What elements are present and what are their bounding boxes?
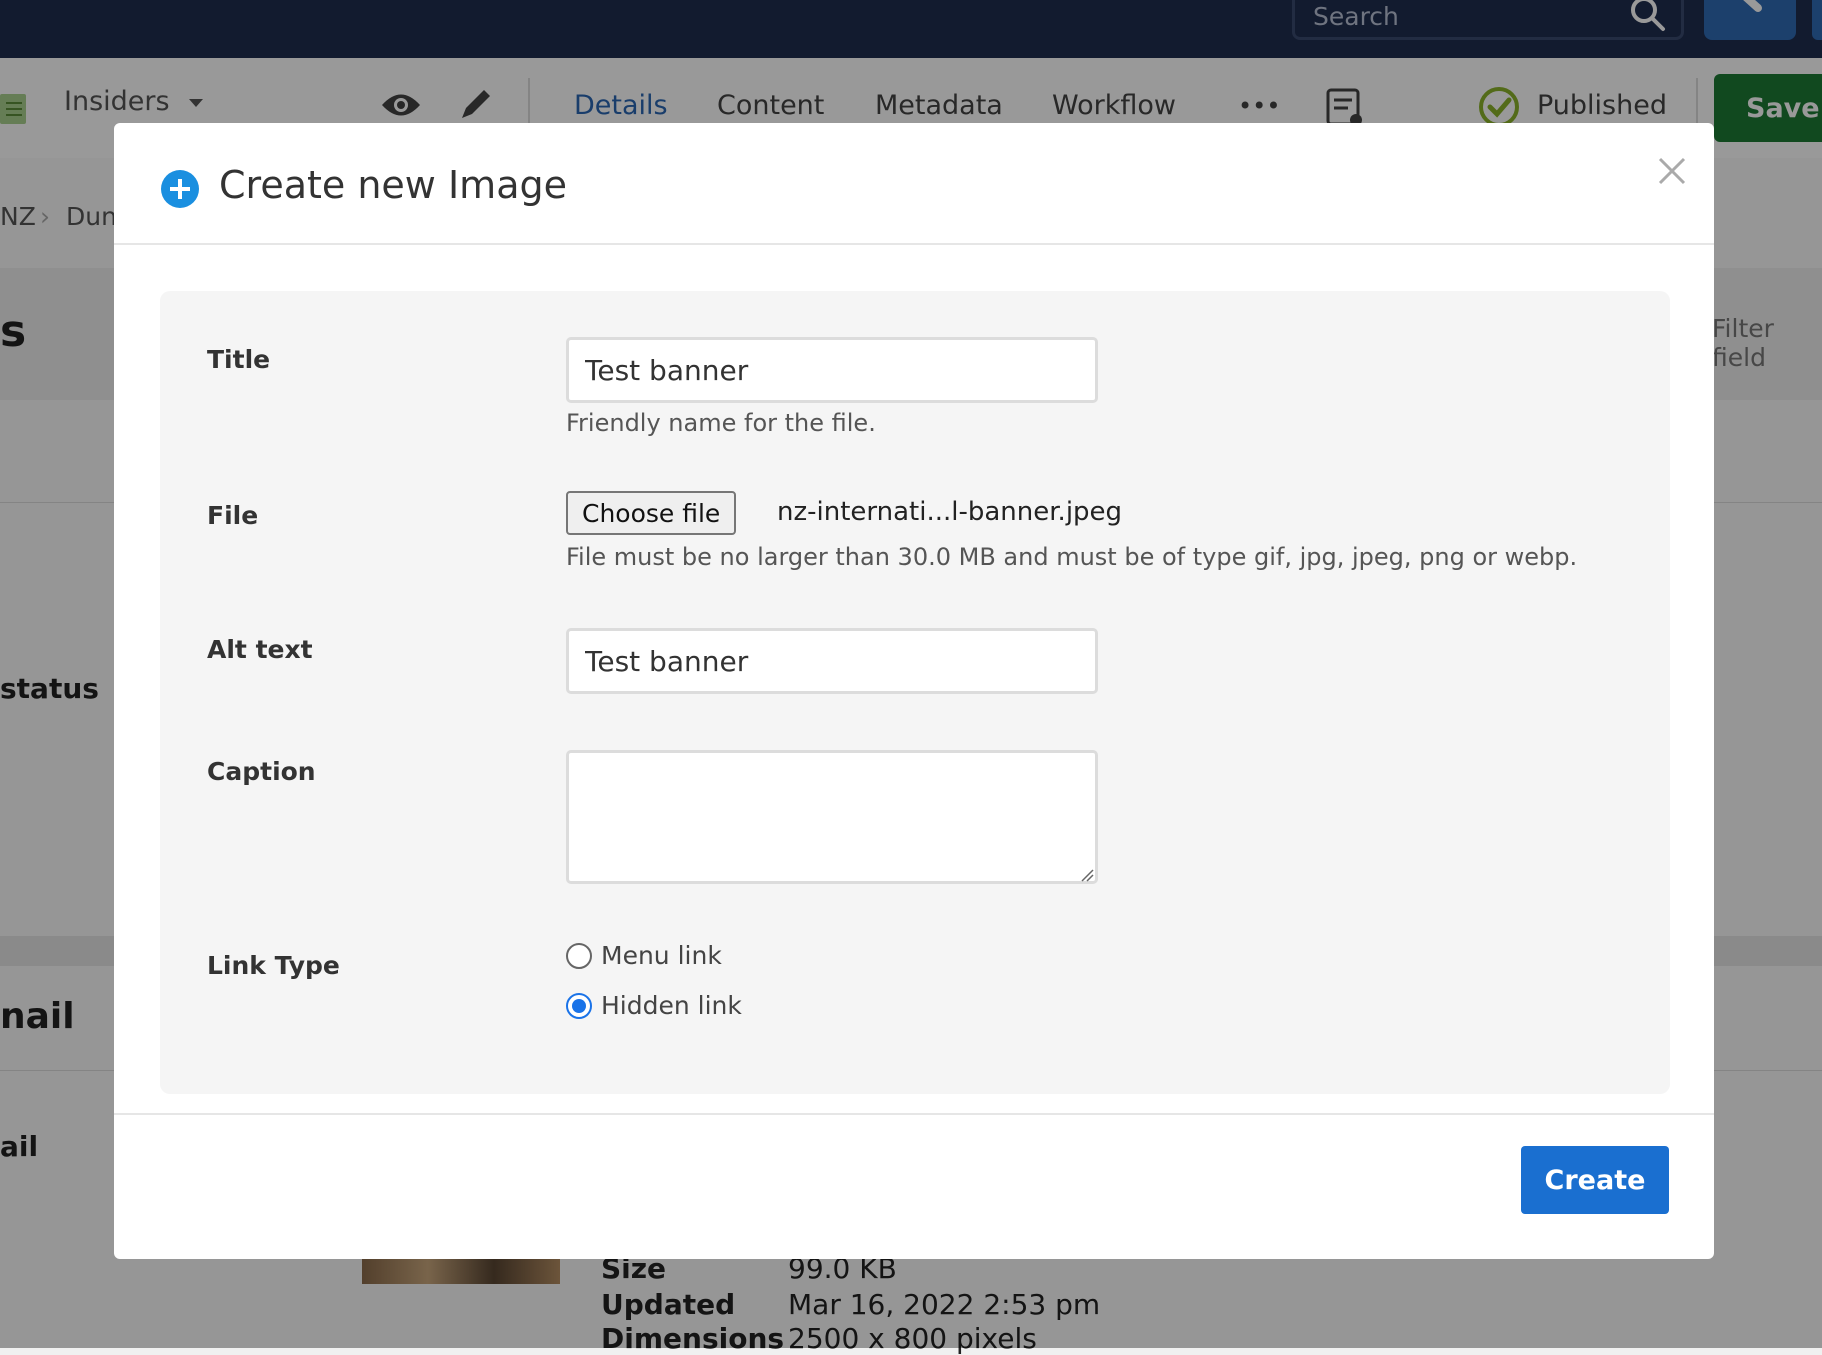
link-type-label: Link Type — [207, 951, 340, 980]
hidden-link-label[interactable]: Hidden link — [601, 991, 742, 1020]
menu-link-radio[interactable] — [566, 943, 592, 969]
title-input[interactable] — [566, 337, 1098, 403]
file-label: File — [207, 501, 259, 530]
image-form: Title Friendly name for the file. File C… — [160, 291, 1670, 1094]
resize-handle-icon[interactable] — [1080, 867, 1094, 882]
title-label: Title — [207, 345, 271, 374]
hidden-link-radio[interactable] — [566, 993, 592, 1019]
dialog-header: Create new Image — [114, 123, 1714, 245]
title-help-text: Friendly name for the file. — [566, 409, 876, 437]
file-help-text: File must be no larger than 30.0 MB and … — [566, 543, 1578, 571]
menu-link-label[interactable]: Menu link — [601, 941, 722, 970]
selected-file-name: nz-internati...l-banner.jpeg — [777, 497, 1123, 527]
choose-file-button[interactable]: Choose file — [566, 491, 737, 535]
caption-label: Caption — [207, 757, 316, 786]
dialog-title: Create new Image — [219, 163, 567, 207]
create-button[interactable]: Create — [1521, 1146, 1669, 1214]
caption-textarea[interactable] — [566, 750, 1098, 884]
dialog-footer-divider — [114, 1113, 1714, 1115]
create-image-dialog: Create new Image Title Friendly name for… — [114, 123, 1714, 1259]
alt-text-label: Alt text — [207, 635, 313, 664]
plus-circle-icon — [161, 170, 199, 208]
alt-text-input[interactable] — [566, 628, 1098, 694]
close-icon[interactable] — [1654, 153, 1690, 189]
